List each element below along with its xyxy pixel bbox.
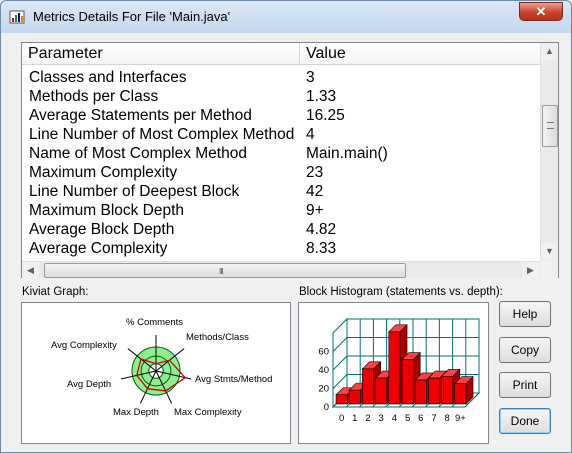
table-row[interactable]: Maximum Complexity 23	[22, 163, 540, 182]
kiviat-panel: % Comments Methods/Class Avg Stmts/Method M…	[21, 302, 291, 444]
column-header-parameter[interactable]: Parameter	[22, 43, 300, 65]
histogram-y-tick: 60	[318, 347, 329, 358]
table-row[interactable]: Average Block Depth 4.82	[22, 220, 540, 239]
value-cell: Main.main()	[306, 145, 388, 162]
parameter-cell: Average Statements per Method	[29, 107, 252, 124]
parameter-cell: Maximum Block Depth	[29, 202, 185, 219]
histogram-bar	[441, 375, 454, 405]
horizontal-scroll-thumb[interactable]: III	[44, 263, 406, 278]
value-cell: 8.33	[306, 240, 337, 257]
table-row[interactable]: Maximum Block Depth 9+	[22, 201, 540, 220]
histogram-bar	[428, 377, 440, 405]
kiviat-graph: % CommentsMethods/Class Avg Stmts/Method M…	[51, 317, 272, 418]
copy-button[interactable]: Copy	[499, 337, 551, 363]
histogram-x-tick: 6	[418, 413, 423, 424]
kiviat-axis-label: Avg Complexity	[51, 340, 117, 351]
value-cell: 9+	[306, 202, 324, 219]
kiviat-axis-label: Avg Stmts/Method	[195, 374, 272, 385]
histogram-bar	[335, 394, 348, 405]
histogram-x-tick: 7	[431, 413, 436, 424]
metrics-table: Parameter Value Classes and Interfaces 3 …	[21, 42, 559, 279]
histogram-x-tick: 5	[405, 413, 410, 424]
histogram-panel: 0 20 40 60 0 1 2 3 4 5 6 7 8 9+	[298, 302, 489, 444]
table-header: Parameter Value	[22, 43, 540, 65]
value-cell: 4	[306, 126, 315, 143]
scroll-left-icon[interactable]: ◀	[22, 262, 39, 279]
histogram-x-tick: 8	[445, 413, 450, 424]
histogram-x-tick: 0	[339, 413, 344, 424]
close-button[interactable]: ✕	[519, 2, 563, 21]
value-cell: 23	[306, 164, 324, 181]
scroll-up-icon[interactable]: ▲	[541, 43, 558, 60]
histogram-bar	[401, 359, 414, 405]
histogram-x-tick: 2	[365, 413, 370, 424]
help-button[interactable]: Help	[499, 301, 551, 327]
histogram-x-tick: 9+	[455, 413, 466, 424]
table-row[interactable]: Classes and Interfaces 3	[22, 68, 540, 87]
vertical-scroll-thumb[interactable]	[542, 105, 558, 147]
kiviat-axis-label: Max Complexity	[174, 407, 242, 418]
table-row[interactable]: Methods per Class 1.33	[22, 87, 540, 106]
histogram-bar	[362, 368, 374, 405]
value-cell: 4.82	[306, 221, 337, 238]
histogram-bar	[348, 389, 361, 405]
kiviat-axis-label: % Comments	[126, 317, 183, 328]
parameter-cell: Name of Most Complex Method	[29, 145, 247, 162]
kiviat-axis-label: Avg Depth	[67, 379, 111, 390]
scroll-corner	[540, 261, 558, 278]
table-row[interactable]: Name of Most Complex Method Main.main()	[22, 144, 540, 163]
horizontal-scrollbar[interactable]: ◀ III ▶	[22, 261, 540, 279]
value-cell: 3	[306, 69, 315, 86]
parameter-cell: Maximum Complexity	[29, 164, 178, 181]
metrics-window: Metrics Details For File 'Main.java' ✕ P…	[0, 0, 572, 453]
scroll-grip-icon: III	[219, 267, 224, 276]
kiviat-label: Kiviat Graph:	[22, 286, 89, 298]
histogram-y-tick: 0	[324, 402, 329, 413]
value-cell: 42	[306, 183, 324, 200]
column-header-value[interactable]: Value	[300, 43, 540, 65]
parameter-cell: Methods per Class	[29, 88, 159, 105]
kiviat-axis-label: Methods/Class	[186, 332, 249, 343]
parameter-cell: Line Number of Deepest Block	[29, 183, 240, 200]
parameter-cell: Line Number of Most Complex Method	[29, 126, 295, 143]
histogram-bar	[375, 377, 388, 405]
histogram-x-tick: 4	[392, 413, 397, 424]
table-row[interactable]: Average Complexity 8.33	[22, 239, 540, 258]
block-histogram: 02040600 1 2 3 4 5 6 7 8 9+	[318, 317, 481, 424]
parameter-cell: Average Complexity	[29, 240, 168, 257]
app-icon	[9, 10, 25, 24]
table-row[interactable]: Line Number of Most Complex Method 4	[22, 125, 540, 144]
window-title: Metrics Details For File 'Main.java'	[33, 9, 231, 24]
histogram-bar	[414, 379, 427, 405]
done-button[interactable]: Done	[499, 408, 551, 434]
parameter-cell: Average Block Depth	[29, 221, 175, 238]
histogram-x-tick: 3	[379, 413, 384, 424]
value-cell: 16.25	[306, 107, 345, 124]
table-row[interactable]: Line Number of Deepest Block 42	[22, 182, 540, 201]
histogram-bar	[388, 331, 401, 405]
scroll-down-icon[interactable]: ▼	[541, 243, 558, 260]
value-cell: 1.33	[306, 88, 337, 105]
histogram-y-tick: 40	[318, 365, 329, 376]
scroll-right-icon[interactable]: ▶	[522, 262, 539, 279]
histogram-x-tick: 1	[352, 413, 357, 424]
histogram-label: Block Histogram (statements vs. depth):	[299, 286, 503, 298]
table-row[interactable]: Average Statements per Method 16.25	[22, 106, 540, 125]
vertical-scrollbar[interactable]: ▲ ▼	[540, 43, 558, 261]
parameter-cell: Classes and Interfaces	[29, 69, 187, 86]
kiviat-axis-label: Max Depth	[113, 407, 159, 418]
print-button[interactable]: Print	[499, 372, 551, 398]
histogram-bar	[454, 383, 467, 405]
histogram-y-tick: 20	[318, 384, 329, 395]
close-icon: ✕	[535, 4, 547, 19]
table-body: Classes and Interfaces 3 Methods per Clas…	[22, 68, 540, 258]
title-bar[interactable]: Metrics Details For File 'Main.java' ✕	[1, 1, 571, 33]
